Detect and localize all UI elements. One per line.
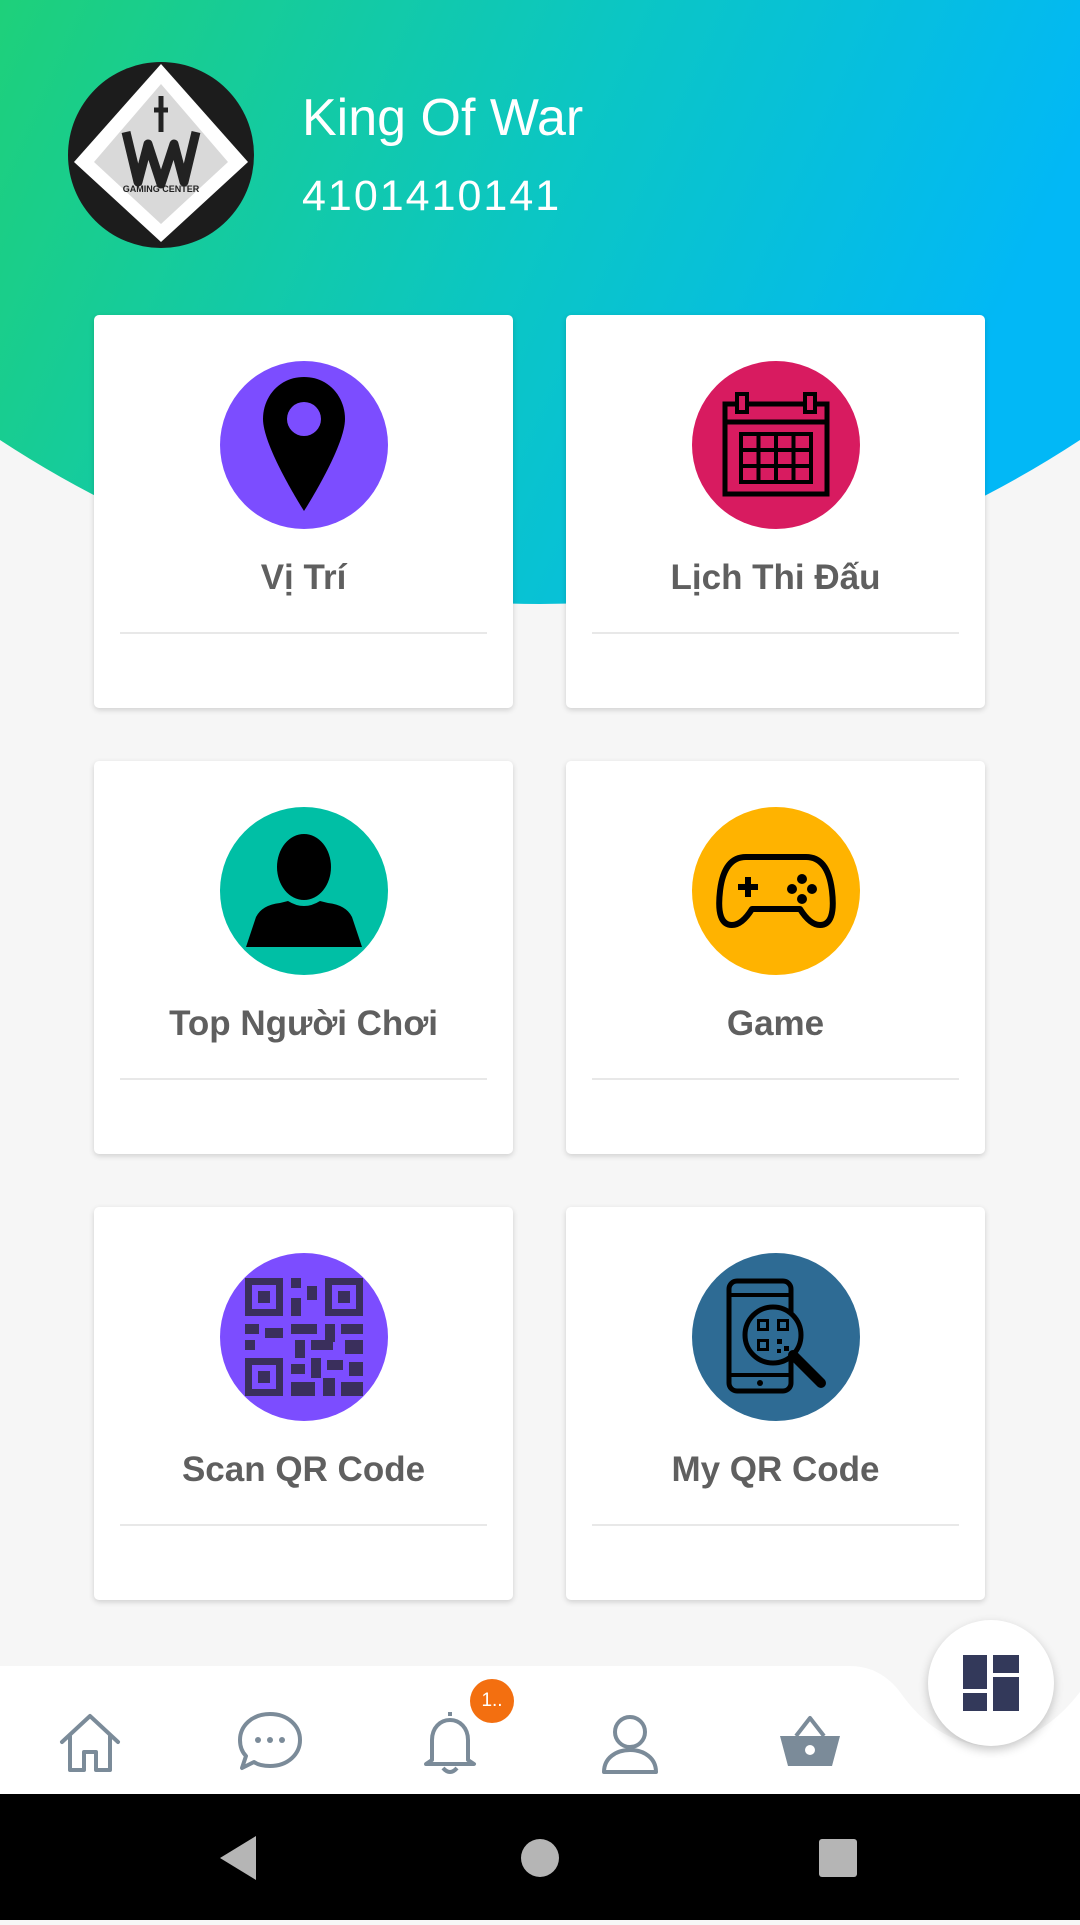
divider <box>592 632 959 634</box>
home-icon[interactable] <box>50 1702 130 1782</box>
divider <box>592 1078 959 1080</box>
card-top-players[interactable]: Top Người Chơi <box>94 761 513 1154</box>
card-label: Vị Trí <box>260 558 347 597</box>
card-label: Top Người Chơi <box>169 1004 438 1043</box>
divider <box>120 632 487 634</box>
gaming-center-logo <box>74 64 248 242</box>
calendar-icon <box>692 361 860 529</box>
bottom-navigation <box>0 1662 1080 1794</box>
dashboard-icon <box>963 1655 1019 1711</box>
card-location[interactable]: Vị Trí <box>94 315 513 708</box>
chat-icon[interactable] <box>230 1702 310 1782</box>
profile-name: King Of War <box>302 89 584 147</box>
dashboard-button[interactable] <box>928 1620 1054 1746</box>
divider <box>120 1524 487 1526</box>
card-label: Lịch Thi Đấu <box>670 558 881 597</box>
location-pin-icon <box>220 361 388 529</box>
card-my-qr[interactable]: My QR Code <box>566 1207 985 1600</box>
card-label: Game <box>726 1004 825 1043</box>
profile-id: 4101410141 <box>302 172 562 220</box>
user-icon[interactable] <box>590 1702 670 1782</box>
qr-code-icon <box>220 1253 388 1421</box>
gamepad-icon <box>692 807 860 975</box>
basket-icon[interactable] <box>770 1702 850 1782</box>
avatar-text: GAMING CENTER <box>122 184 200 194</box>
system-navigation-bar <box>0 1794 1080 1920</box>
person-icon <box>220 807 388 975</box>
avatar[interactable]: GAMING CENTER <box>68 62 254 248</box>
notification-badge: 1.. <box>470 1679 514 1723</box>
card-label: Scan QR Code <box>181 1450 426 1489</box>
back-icon <box>220 1836 256 1880</box>
divider <box>592 1524 959 1526</box>
home-circle-icon <box>521 1839 559 1877</box>
card-game[interactable]: Game <box>566 761 985 1154</box>
card-label: My QR Code <box>671 1450 880 1489</box>
card-schedule[interactable]: Lịch Thi Đấu <box>566 315 985 708</box>
phone-qr-search-icon <box>692 1253 860 1421</box>
divider <box>120 1078 487 1080</box>
recents-icon <box>819 1839 857 1877</box>
card-scan-qr[interactable]: Scan QR Code <box>94 1207 513 1600</box>
